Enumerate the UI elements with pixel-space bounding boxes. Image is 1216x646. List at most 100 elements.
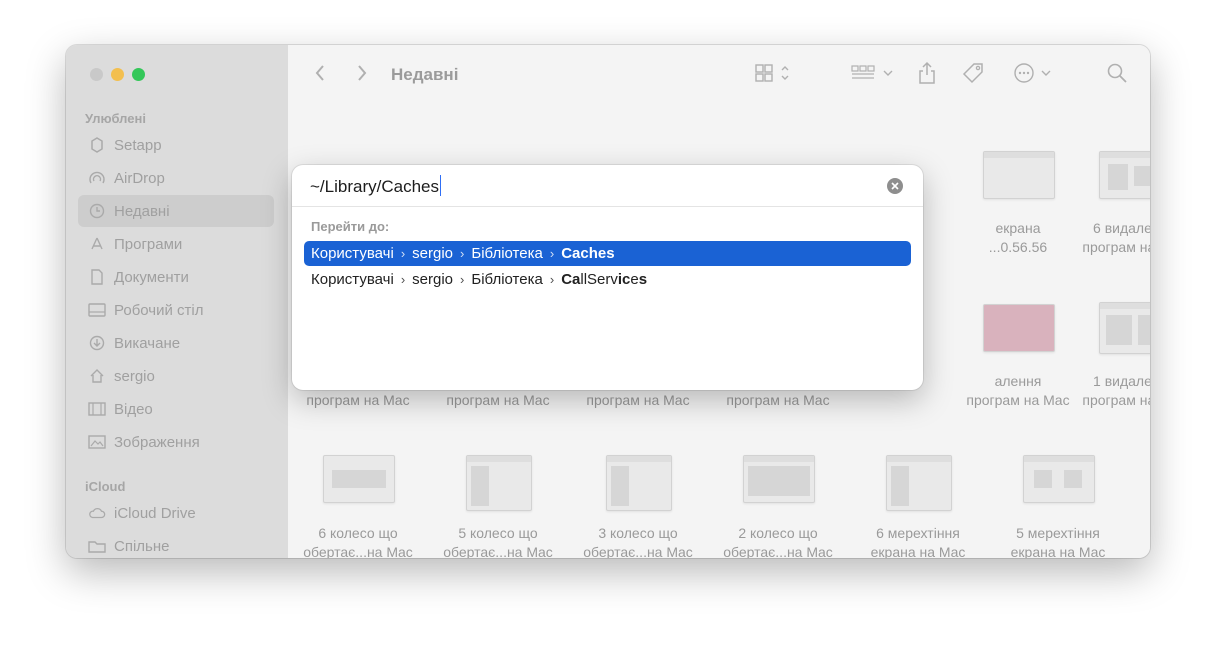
group-button[interactable] (850, 63, 898, 87)
path-segment: Бібліотека (471, 245, 543, 262)
favorites-header: Улюблені (85, 111, 146, 126)
file-item[interactable]: 6 мерехтіння екрана на Mac (848, 455, 988, 558)
sidebar-item-setapp[interactable]: Setapp (78, 129, 274, 161)
sidebar-item-label: Зображення (114, 433, 200, 451)
view-mode-button[interactable] (754, 63, 796, 87)
sidebar-item-label: Викачане (114, 334, 181, 352)
sidebar-item-label: Відео (114, 400, 153, 418)
file-thumbnail (1099, 151, 1150, 199)
file-item[interactable]: 6 видалення програм на Mac (1064, 145, 1150, 275)
file-thumbnail (606, 455, 672, 511)
shared-folder-icon (88, 537, 106, 555)
sidebar-item-documents[interactable]: Документи (78, 261, 274, 293)
file-name-line1: 1 видалення (1093, 373, 1150, 389)
file-thumbnail (1023, 455, 1095, 503)
sidebar-item-airdrop[interactable]: AirDrop (78, 162, 274, 194)
sidebar-item-recents[interactable]: Недавні (78, 195, 274, 227)
sidebar-item-desktop[interactable]: Робочий стіл (78, 294, 274, 326)
clear-button[interactable] (887, 178, 903, 194)
airdrop-icon (88, 169, 106, 187)
group-grid-icon (850, 63, 898, 88)
file-name-line1: 6 мерехтіння (876, 525, 960, 541)
sidebar-item-shared[interactable]: Спільне (78, 530, 274, 558)
back-button[interactable] (314, 63, 326, 87)
file-name-line2: програм на Mac (306, 392, 410, 408)
file-item[interactable]: 5 мерехтіння екрана на Mac (988, 455, 1128, 558)
chevron-left-icon (314, 64, 326, 87)
zoom-window-button[interactable] (132, 68, 145, 81)
sidebar-item-label: Недавні (114, 202, 170, 220)
file-item[interactable]: 5 колесо що обертає...на Mac (428, 455, 568, 558)
home-icon (88, 367, 106, 385)
sidebar-item-icloud-drive[interactable]: iCloud Drive (78, 497, 274, 529)
goto-section-label: Перейти до: (311, 219, 390, 234)
match-part: s (638, 271, 648, 288)
path-segment: sergio (412, 245, 454, 262)
path-segment: Користувачі (311, 245, 394, 262)
close-window-button[interactable] (90, 68, 103, 81)
tag-button[interactable] (961, 61, 985, 90)
chevron-right-icon: › (400, 272, 406, 287)
tag-icon (961, 61, 985, 90)
forward-button[interactable] (356, 63, 368, 87)
path-segment-match: Caches (561, 245, 615, 262)
divider (292, 206, 923, 207)
file-name-line2: обертає...на Mac (723, 544, 833, 558)
close-icon (891, 177, 899, 195)
file-name-line2: програм на Mac (446, 392, 550, 408)
sidebar-item-home[interactable]: sergio (78, 360, 274, 392)
photo-icon (88, 433, 106, 451)
file-thumbnail (1099, 302, 1150, 354)
file-item[interactable]: 3 колесо що обертає...на Mac (568, 455, 708, 558)
path-segment: Бібліотека (471, 271, 543, 288)
film-icon (88, 400, 106, 418)
sidebar-item-label: sergio (114, 367, 155, 385)
file-item[interactable]: 2 колесо що обертає...на Mac (708, 455, 848, 558)
share-button[interactable] (917, 61, 937, 87)
file-name-line1: 2 колесо що (738, 525, 818, 541)
match-part: Ca (561, 271, 581, 288)
file-thumbnail (886, 455, 952, 511)
sidebar-item-applications[interactable]: Програми (78, 228, 274, 260)
search-button[interactable] (1106, 63, 1128, 87)
file-thumbnail (983, 304, 1055, 352)
file-name-line2: обертає...на Mac (443, 544, 553, 558)
sidebar-item-label: Робочий стіл (114, 301, 204, 319)
chevron-right-icon (356, 64, 368, 87)
sidebar-item-movies[interactable]: Відео (78, 393, 274, 425)
file-name-line2: програм на Mac (1082, 239, 1150, 255)
traffic-lights (90, 68, 145, 81)
file-item[interactable]: 1 видалення програм на Mac (1064, 298, 1150, 418)
more-actions-button[interactable] (1013, 62, 1057, 87)
file-name-line1: 6 видалення (1093, 220, 1150, 236)
sidebar-item-label: AirDrop (114, 169, 165, 187)
file-name-line2: програм на Mac (1082, 392, 1150, 408)
grid-view-icon (754, 63, 796, 88)
text-caret (439, 175, 442, 196)
document-icon (88, 268, 106, 286)
file-name-line1: 5 колесо що (458, 525, 538, 541)
match-part: llServ (580, 271, 618, 288)
match-part: e (630, 271, 639, 288)
file-item[interactable]: 6 колесо що обертає...на Mac (288, 455, 428, 558)
sidebar-item-pictures[interactable]: Зображення (78, 426, 274, 458)
suggestion-item[interactable]: Користувачі › sergio › Бібліотека › Call… (304, 267, 911, 292)
sidebar-item-label: Документи (114, 268, 189, 286)
file-name-line2: програм на Mac (586, 392, 690, 408)
file-name-line2: екрана на Mac (1010, 544, 1106, 558)
match-part: ic (617, 271, 631, 288)
sidebar-item-downloads[interactable]: Викачане (78, 327, 274, 359)
path-segment-match: CallServices (554, 271, 647, 288)
path-input[interactable]: ~/Library/Caches (310, 175, 442, 197)
window-title: Недавні (391, 65, 459, 84)
file-thumbnail (466, 455, 532, 511)
suggestion-item[interactable]: Користувачі › sergio › Бібліотека › Cach… (304, 241, 911, 266)
file-thumbnail (323, 455, 395, 503)
minimize-window-button[interactable] (111, 68, 124, 81)
file-thumbnail (743, 455, 815, 503)
file-name-line2: екрана на Mac (870, 544, 966, 558)
sidebar: Улюблені Setapp AirDrop Недавні Програми (66, 45, 288, 558)
sidebar-item-label: iCloud Drive (114, 504, 196, 522)
search-icon (1106, 62, 1128, 89)
file-name-line2: обертає...на Mac (303, 544, 413, 558)
